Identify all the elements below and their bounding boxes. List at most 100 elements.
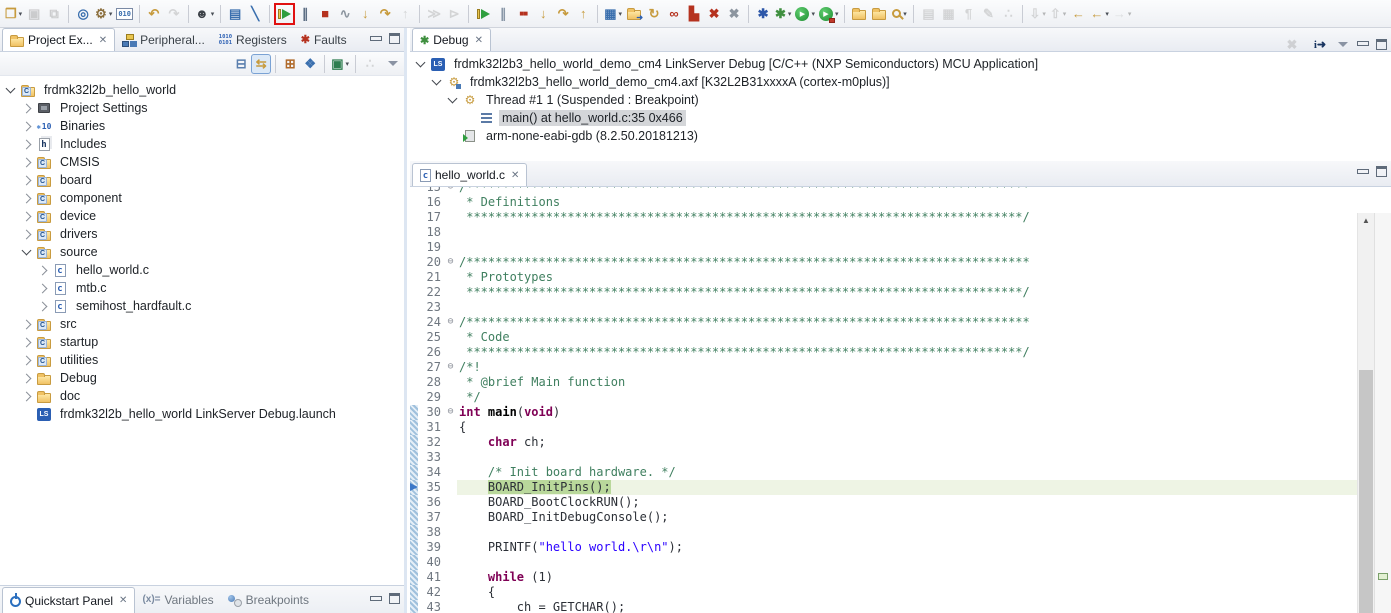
user-profile-button[interactable]: ☻▾	[193, 3, 216, 25]
code-line[interactable]: 28 * @brief Main function	[410, 375, 1357, 390]
code-text[interactable]	[457, 225, 1357, 240]
maximize-icon[interactable]	[1376, 39, 1387, 50]
project-tree-item[interactable]: source	[0, 243, 404, 261]
link-with-editor-button[interactable]: ⇆	[251, 54, 271, 74]
collapse-all-button[interactable]: ⊟	[231, 54, 251, 74]
run-button[interactable]: ▶▾	[793, 3, 817, 25]
code-line[interactable]: 15⊖/************************************…	[410, 187, 1357, 195]
tab-faults[interactable]: ✱Faults	[294, 28, 354, 51]
code-line[interactable]: 32 char ch;	[410, 435, 1357, 450]
scroll-up-icon[interactable]: ▲	[1358, 213, 1374, 228]
code-text[interactable]: /***************************************…	[457, 187, 1357, 195]
debug-as-button[interactable]: ✱▾	[773, 3, 793, 25]
instruction-stepping-button[interactable]: ≫	[424, 3, 444, 25]
collapse-arrow-icon[interactable]	[22, 246, 32, 256]
dropdown-arrow-icon[interactable]: ▾	[345, 60, 349, 68]
code-line[interactable]: 37 BOARD_InitDebugConsole();	[410, 510, 1357, 525]
code-line[interactable]: 33	[410, 450, 1357, 465]
remote-console-button[interactable]: ▤	[225, 3, 245, 25]
code-line[interactable]: 36 BOARD_BootClockRUN();	[410, 495, 1357, 510]
line-number[interactable]: 19	[418, 240, 444, 255]
expand-arrow-icon[interactable]	[22, 211, 32, 221]
project-tree-item[interactable]: frdmk32l2b_hello_world	[0, 81, 404, 99]
code-line[interactable]: 43 ch = GETCHAR();	[410, 600, 1357, 613]
line-number[interactable]: 22	[418, 285, 444, 300]
dropdown-arrow-icon[interactable]: ▾	[811, 10, 815, 18]
code-text[interactable]	[457, 555, 1357, 570]
load-probe-button[interactable]: ➜	[624, 3, 644, 25]
code-line[interactable]: 20⊖/************************************…	[410, 255, 1357, 270]
code-text[interactable]	[457, 240, 1357, 255]
binary-counter-button[interactable]: 010	[114, 3, 135, 25]
line-number[interactable]: 30	[418, 405, 444, 420]
remove-all-terminated-button[interactable]: ✖	[1282, 33, 1302, 55]
project-tree-item[interactable]: mtb.c	[0, 279, 404, 297]
line-number[interactable]: 31	[418, 420, 444, 435]
code-line[interactable]: 25 * Code	[410, 330, 1357, 345]
line-number[interactable]: 25	[418, 330, 444, 345]
tab-variables[interactable]: (x)=Variables	[135, 587, 220, 613]
code-line[interactable]: 19	[410, 240, 1357, 255]
dropdown-arrow-icon[interactable]: ▾	[1063, 10, 1067, 18]
code-text[interactable]: PRINTF("hello world.\r\n");	[457, 540, 1357, 555]
tab-debug[interactable]: ✱ Debug ✕	[412, 28, 491, 51]
code-line[interactable]: 16 * Definitions	[410, 195, 1357, 210]
new-wizard-button[interactable]: ❐▾	[3, 3, 24, 25]
code-line[interactable]: 40	[410, 555, 1357, 570]
code-line[interactable]: 22 *************************************…	[410, 285, 1357, 300]
expand-arrow-icon[interactable]	[22, 373, 32, 383]
previous-annotation-button[interactable]: ⇧▾	[1048, 3, 1068, 25]
minimize-icon[interactable]	[369, 594, 381, 604]
current-line-annotation[interactable]	[1378, 573, 1388, 580]
view-menu-icon[interactable]	[1338, 42, 1348, 47]
code-line[interactable]: 31{	[410, 420, 1357, 435]
line-number[interactable]: 37	[418, 510, 444, 525]
code-text[interactable]: /* Init board hardware. */	[457, 465, 1357, 480]
dropdown-arrow-icon[interactable]: ▾	[19, 10, 23, 18]
code-line[interactable]: 35 BOARD_InitPins();	[410, 480, 1357, 495]
minimize-icon[interactable]	[1356, 167, 1368, 177]
expand-arrow-icon[interactable]	[22, 355, 32, 365]
project-tree-item[interactable]: board	[0, 171, 404, 189]
step-over-all-button[interactable]: ↷	[553, 3, 573, 25]
project-tree-item[interactable]: Includes	[0, 135, 404, 153]
more-tools-button[interactable]: ∴	[998, 3, 1018, 25]
memory-button[interactable]: ▦▾	[602, 3, 624, 25]
back-button[interactable]: ←▾	[1088, 3, 1111, 25]
project-tree-item[interactable]: LSfrdmk32l2b_hello_world LinkServer Debu…	[0, 405, 404, 423]
project-tree-item[interactable]: drivers	[0, 225, 404, 243]
code-line[interactable]: 38	[410, 525, 1357, 540]
line-number[interactable]: 35	[418, 480, 444, 495]
line-number[interactable]: 16	[418, 195, 444, 210]
line-number[interactable]: 33	[418, 450, 444, 465]
tab-registers[interactable]: 10100101Registers	[212, 28, 294, 51]
code-line[interactable]: 41 while (1)	[410, 570, 1357, 585]
minimize-icon[interactable]	[369, 34, 381, 44]
pencil-slash-button[interactable]: ╲	[245, 3, 265, 25]
format-button[interactable]: ✎	[978, 3, 998, 25]
line-number[interactable]: 17	[418, 210, 444, 225]
close-icon[interactable]: ✕	[99, 35, 107, 46]
filter-excel-button[interactable]: ▣▾	[329, 54, 351, 74]
code-text[interactable]: ****************************************…	[457, 345, 1357, 360]
line-number[interactable]: 39	[418, 540, 444, 555]
linkserver-link-button[interactable]: ∞	[664, 3, 684, 25]
debug-tree-item[interactable]: ⚙Thread #1 1 (Suspended : Breakpoint)	[410, 91, 1391, 109]
code-text[interactable]: char ch;	[457, 435, 1357, 450]
more-view-tools-button[interactable]: ∴	[360, 54, 380, 74]
code-text[interactable]: int main(void)	[457, 405, 1357, 420]
step-return-all-button[interactable]: ↑	[573, 3, 593, 25]
view-menu-icon[interactable]	[388, 61, 398, 66]
expand-arrow-icon[interactable]	[22, 121, 32, 131]
code-line[interactable]: 26 *************************************…	[410, 345, 1357, 360]
line-number[interactable]: 42	[418, 585, 444, 600]
dropdown-arrow-icon[interactable]: ▾	[1128, 10, 1132, 18]
overview-ruler[interactable]	[1374, 213, 1391, 613]
code-line[interactable]: 34 /* Init board hardware. */	[410, 465, 1357, 480]
code-line[interactable]: 24⊖/************************************…	[410, 315, 1357, 330]
expand-arrow-icon[interactable]	[22, 139, 32, 149]
suspend-all-button[interactable]: ∥	[493, 3, 513, 25]
fold-collapse-icon[interactable]: ⊖	[444, 187, 457, 195]
maximize-icon[interactable]	[1376, 166, 1387, 177]
debug-button[interactable]: ✱	[753, 3, 773, 25]
